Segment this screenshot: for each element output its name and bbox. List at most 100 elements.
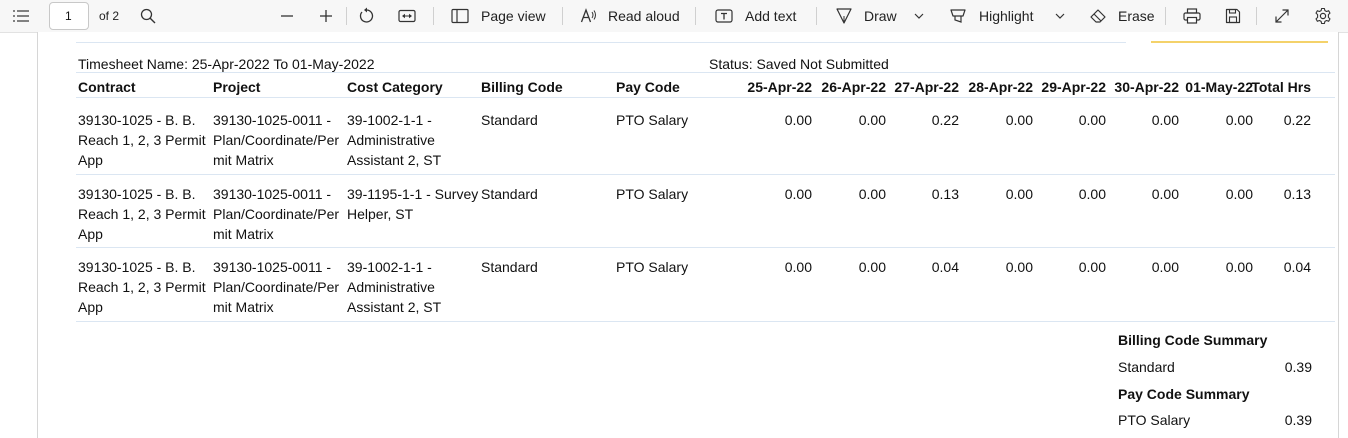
billing-summary-label: Standard (1118, 359, 1175, 375)
billing-summary-value: 0.39 (1284, 359, 1312, 375)
total-hours-cell: 0.22 (1283, 112, 1311, 128)
hours-cell: 0.00 (1078, 186, 1106, 202)
billing-code-cell: Standard (481, 112, 538, 128)
page-view-icon (451, 8, 469, 24)
project-cell: mit Matrix (213, 152, 274, 168)
total-hours-cell: 0.04 (1283, 259, 1311, 275)
cost-category-cell: Administrative (347, 132, 435, 148)
project-cell: Plan/Coordinate/Per (213, 279, 340, 295)
zoom-in-icon[interactable] (319, 0, 333, 32)
hours-cell: 0.22 (931, 112, 959, 128)
column-header-28-apr: 28-Apr-22 (968, 79, 1033, 95)
row-divider (76, 174, 1335, 175)
column-header-25-apr: 25-Apr-22 (747, 79, 812, 95)
hours-cell: 0.00 (1078, 112, 1106, 128)
hours-cell: 0.00 (858, 112, 886, 128)
settings-gear-icon[interactable] (1314, 0, 1332, 32)
contract-cell: App (78, 152, 103, 168)
pdf-page: Timesheet Name: 25-Apr-2022 To 01-May-20… (37, 32, 1339, 438)
page-view-label: Page view (481, 8, 546, 24)
project-cell: 39130-1025-0011 - (213, 112, 332, 128)
status-text: Status: Saved Not Submitted (709, 56, 889, 72)
draw-button[interactable]: Draw (836, 0, 897, 32)
hours-cell: 0.00 (1225, 259, 1253, 275)
project-cell: 39130-1025-0011 - (213, 186, 332, 202)
project-cell: mit Matrix (213, 226, 274, 242)
hours-cell: 0.00 (784, 259, 812, 275)
column-header-billing-code: Billing Code (481, 79, 563, 95)
zoom-out-icon[interactable] (280, 0, 294, 32)
hours-cell: 0.00 (1078, 259, 1106, 275)
highlight-button[interactable]: Highlight (949, 0, 1033, 32)
save-icon[interactable] (1225, 0, 1241, 32)
hours-cell: 0.00 (784, 186, 812, 202)
contract-cell: App (78, 299, 103, 315)
hours-cell: 0.00 (1151, 112, 1179, 128)
read-aloud-icon (580, 8, 598, 24)
fit-width-icon[interactable] (398, 0, 416, 32)
pdf-toolbar: 1 of 2 Page view Read aloud Add text Dra… (0, 0, 1348, 33)
add-text-icon (715, 9, 733, 23)
contract-cell: App (78, 226, 103, 242)
column-header-cost-category: Cost Category (347, 79, 443, 95)
hours-cell: 0.00 (1005, 112, 1033, 128)
column-header-27-apr: 27-Apr-22 (894, 79, 959, 95)
contract-cell: 39130-1025 - B. B. (78, 112, 196, 128)
draw-icon (836, 7, 852, 25)
column-header-26-apr: 26-Apr-22 (821, 79, 886, 95)
hours-cell: 0.00 (1005, 186, 1033, 202)
project-cell: Plan/Coordinate/Per (213, 206, 340, 222)
project-cell: 39130-1025-0011 - (213, 259, 332, 275)
page-count: of 2 (99, 9, 120, 23)
erase-label: Erase (1118, 8, 1155, 24)
pay-summary-label: PTO Salary (1118, 412, 1191, 428)
draw-options-chevron-icon[interactable] (913, 0, 925, 32)
cost-category-cell: 39-1195-1-1 - Survey (347, 186, 479, 202)
total-hours-cell: 0.13 (1283, 186, 1311, 202)
pay-summary-value: 0.39 (1284, 412, 1312, 428)
cost-category-cell: Administrative (347, 279, 435, 295)
hours-cell: 0.13 (931, 186, 959, 202)
column-header-contract: Contract (78, 79, 136, 95)
table-of-contents-icon[interactable] (12, 0, 30, 32)
row-divider (76, 247, 1335, 248)
eraser-icon (1089, 8, 1107, 24)
add-text-button[interactable]: Add text (715, 0, 796, 32)
pay-summary-title: Pay Code Summary (1118, 386, 1250, 402)
hours-cell: 0.04 (931, 259, 959, 275)
row-divider (76, 321, 1335, 322)
highlight-options-chevron-icon[interactable] (1054, 0, 1066, 32)
hours-cell: 0.00 (1151, 186, 1179, 202)
pay-code-cell: PTO Salary (616, 259, 689, 275)
print-icon[interactable] (1183, 0, 1201, 32)
pay-code-cell: PTO Salary (616, 112, 689, 128)
search-icon[interactable] (140, 0, 156, 32)
cost-category-cell: Helper, ST (347, 206, 414, 222)
billing-code-cell: Standard (481, 186, 538, 202)
column-header-29-apr: 29-Apr-22 (1041, 79, 1106, 95)
contract-cell: Reach 1, 2, 3 Permit (78, 279, 206, 295)
project-cell: Plan/Coordinate/Per (213, 132, 340, 148)
contract-cell: 39130-1025 - B. B. (78, 259, 196, 275)
hours-cell: 0.00 (1151, 259, 1179, 275)
page-number-input[interactable]: 1 (49, 2, 89, 30)
hours-cell: 0.00 (858, 259, 886, 275)
column-header-30-apr: 30-Apr-22 (1114, 79, 1179, 95)
cost-category-cell: 39-1002-1-1 - (347, 112, 432, 128)
hours-cell: 0.00 (1225, 186, 1253, 202)
read-aloud-button[interactable]: Read aloud (580, 0, 680, 32)
column-header-total-hrs: Total Hrs (1251, 79, 1311, 95)
cost-category-cell: 39-1002-1-1 - (347, 259, 432, 275)
add-text-label: Add text (745, 8, 797, 24)
hours-cell: 0.00 (1005, 259, 1033, 275)
page-view-button[interactable]: Page view (451, 0, 546, 32)
highlight-label: Highlight (979, 8, 1034, 24)
erase-button[interactable]: Erase (1089, 0, 1155, 32)
highlighter-icon (949, 7, 967, 25)
rotate-icon[interactable] (359, 0, 375, 32)
fullscreen-icon[interactable] (1274, 0, 1290, 32)
project-cell: mit Matrix (213, 299, 274, 315)
cost-category-cell: Assistant 2, ST (347, 152, 442, 168)
column-header-pay-code: Pay Code (616, 79, 680, 95)
read-aloud-label: Read aloud (608, 8, 680, 24)
